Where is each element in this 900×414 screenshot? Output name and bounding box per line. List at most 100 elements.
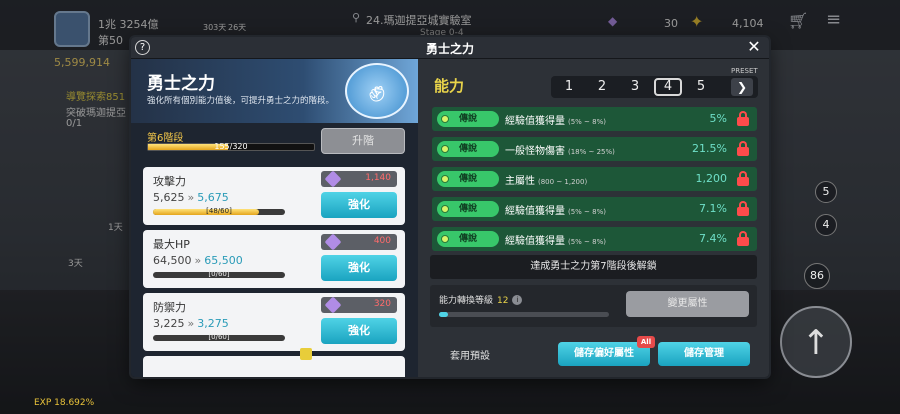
ability-name: 一般怪物傷害 (18% ~ 25%): [505, 142, 615, 157]
preset-3[interactable]: 3: [621, 78, 649, 96]
use-preset-checkbox[interactable]: [300, 348, 312, 360]
ability-name-text: 經驗值獲得量: [505, 116, 565, 127]
change-attribute-button[interactable]: 變更屬性: [626, 291, 749, 317]
arrow-icon: »: [187, 191, 195, 204]
left-panel: 勇士之力 強化所有個別能力值後，可提升勇士之力的階段。 ✊︎ 第6階段 155/…: [131, 59, 418, 377]
crystal-icon: [324, 296, 342, 314]
ability-value: 7.1%: [699, 202, 727, 215]
ability-name-text: 主屬性: [505, 176, 535, 187]
preset-next-icon[interactable]: ❯: [731, 78, 753, 96]
enhance-button-hp[interactable]: 強化: [321, 255, 397, 281]
ability-row: 傳說 經驗值獲得量 (5% ~ 8%) 5%: [432, 107, 757, 131]
right-panel: 能力 PRESET 1 2 3 4 5 ❯ 傳說 經驗值獲得量 (5% ~ 8%)…: [418, 59, 769, 377]
stat-to: 65,500: [204, 254, 243, 267]
exp-text: EXP 18.692%: [34, 398, 95, 408]
stat-to: 5,675: [197, 191, 229, 204]
banner-desc: 強化所有個別能力值後，可提升勇士之力的階段。: [147, 96, 335, 106]
rarity-badge: 傳說: [437, 231, 499, 247]
rarity-label: 傳說: [458, 174, 477, 184]
upgrade-button[interactable]: 升階: [321, 128, 405, 154]
preset-selector: 1 2 3 4 5 ❯: [551, 76, 758, 98]
crystal-icon: [324, 233, 342, 251]
lock-icon[interactable]: [737, 231, 749, 246]
preset-5[interactable]: 5: [687, 78, 715, 96]
use-preset-label: 套用預設: [450, 351, 490, 362]
ability-range: (5% ~ 8%): [568, 238, 606, 246]
fist-icon: ✊︎: [345, 63, 409, 119]
conversion-progress-fill: [439, 312, 448, 317]
close-button[interactable]: ✕: [745, 38, 763, 56]
rarity-dot-icon: [441, 205, 449, 213]
stat-from: 5,625: [153, 191, 185, 204]
cost-box: 1,140: [321, 170, 397, 188]
info-icon[interactable]: i: [512, 295, 523, 305]
preset-1[interactable]: 1: [555, 78, 583, 96]
modal-header: ? 勇士之力 ✕: [131, 37, 769, 59]
lock-icon[interactable]: [737, 141, 749, 156]
stat-card-values: 64,500» 65,500: [153, 254, 243, 267]
arrow-icon: »: [194, 254, 202, 267]
ability-row: 傳說 經驗值獲得量 (5% ~ 8%) 7.4%: [432, 227, 757, 251]
ability-range: (18% ~ 25%): [568, 148, 615, 156]
stat-card-progress-text: [48/60]: [206, 207, 232, 215]
ability-name-text: 經驗值獲得量: [505, 206, 565, 217]
ability-name-text: 一般怪物傷害: [505, 146, 565, 157]
side-button-2[interactable]: 4: [815, 214, 837, 236]
stat-card-attack: 攻擊力 5,625» 5,675 [48/60] 1,140 強化: [143, 167, 405, 225]
ability-range: (800 ~ 1,200): [538, 178, 588, 186]
unlock-message: 達成勇士之力第7階段後解鎖: [430, 255, 757, 279]
cost-value: 1,140: [365, 173, 391, 183]
ability-name: 經驗值獲得量 (5% ~ 8%): [505, 112, 606, 127]
cost-box: 320: [321, 296, 397, 314]
preset-2[interactable]: 2: [588, 78, 616, 96]
ability-name-text: 經驗值獲得量: [505, 236, 565, 247]
lock-icon[interactable]: [737, 201, 749, 216]
stat-to: 3,275: [197, 317, 229, 330]
stat-card-progress-text: [0/60]: [208, 270, 230, 278]
jump-arrow-icon[interactable]: ↑: [780, 306, 852, 378]
banner-title: 勇士之力: [147, 74, 215, 94]
lock-icon[interactable]: [737, 171, 749, 186]
enhance-button-defense[interactable]: 強化: [321, 318, 397, 344]
arrow-icon: »: [187, 317, 195, 330]
rarity-label: 傳說: [458, 204, 477, 214]
cost-box: 400: [321, 233, 397, 251]
ability-row: 傳說 主屬性 (800 ~ 1,200) 1,200: [432, 167, 757, 191]
conversion-label-text: 能力轉換等級: [439, 296, 494, 306]
rarity-badge: 傳說: [437, 141, 499, 157]
rarity-dot-icon: [441, 235, 449, 243]
conversion-progress-bar: [439, 312, 609, 317]
banner: 勇士之力 強化所有個別能力值後，可提升勇士之力的階段。 ✊︎: [131, 59, 418, 123]
preset-4[interactable]: 4: [654, 78, 682, 96]
save-management-button[interactable]: 儲存管理: [658, 342, 750, 366]
rarity-label: 傳說: [458, 234, 477, 244]
conversion-level: 12: [497, 296, 509, 306]
stat-card-name: 最大HP: [153, 238, 190, 251]
ability-value: 7.4%: [699, 232, 727, 245]
rarity-dot-icon: [441, 115, 449, 123]
rarity-dot-icon: [441, 145, 449, 153]
side-button-1[interactable]: 5: [815, 181, 837, 203]
side-button-3[interactable]: 86: [804, 263, 830, 289]
ability-value: 1,200: [695, 172, 728, 185]
ability-row: 傳說 一般怪物傷害 (18% ~ 25%) 21.5%: [432, 137, 757, 161]
all-badge: All: [637, 336, 655, 348]
stat-card-values: 5,625» 5,675: [153, 191, 229, 204]
lock-icon[interactable]: [737, 111, 749, 126]
ability-value: 5%: [709, 112, 727, 125]
rarity-badge: 傳說: [437, 201, 499, 217]
rarity-label: 傳說: [458, 114, 477, 124]
enhance-button-attack[interactable]: 強化: [321, 192, 397, 218]
rarity-badge: 傳說: [437, 171, 499, 187]
stat-from: 64,500: [153, 254, 192, 267]
modal-title: 勇士之力: [425, 42, 474, 56]
stat-card-hp: 最大HP 64,500» 65,500 [0/60] 400 強化: [143, 230, 405, 288]
preset-label: PRESET: [731, 67, 758, 75]
ability-row: 傳說 經驗值獲得量 (5% ~ 8%) 7.1%: [432, 197, 757, 221]
conversion-label: 能力轉換等級 12 i: [439, 293, 523, 306]
warrior-power-modal: ? 勇士之力 ✕ 勇士之力 強化所有個別能力值後，可提升勇士之力的階段。 ✊︎ …: [131, 37, 769, 377]
stat-card-partial: [143, 356, 405, 377]
rarity-label: 傳說: [458, 144, 477, 154]
stat-card-defense: 防禦力 3,225» 3,275 [0/60] 320 強化: [143, 293, 405, 351]
cost-value: 320: [373, 299, 391, 309]
